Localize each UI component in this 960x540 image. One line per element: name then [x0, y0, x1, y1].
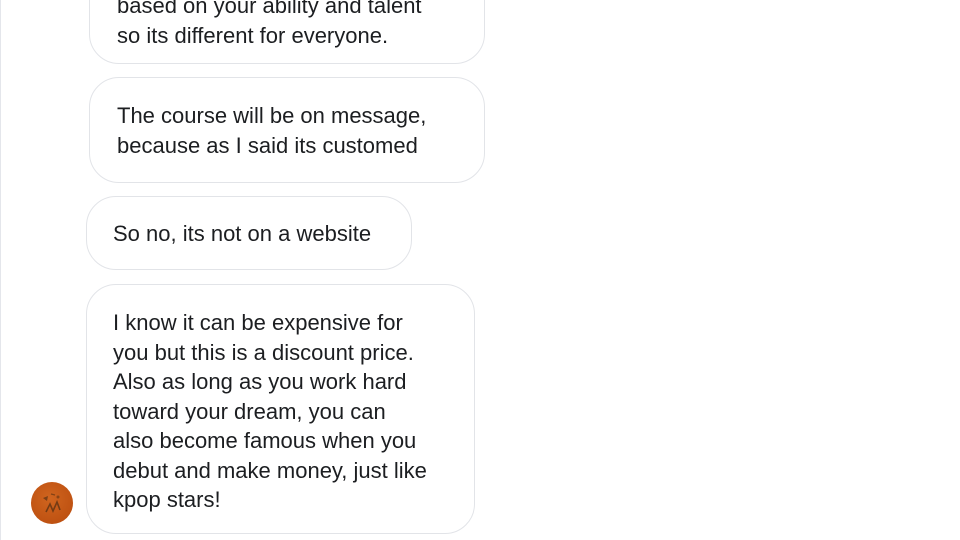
sender-avatar[interactable]: [31, 482, 73, 524]
chat-panel-divider: [0, 0, 1, 540]
message-text-line: so its different for everyone.: [117, 22, 389, 48]
message-text-line: The course will be on message,: [117, 103, 427, 128]
message-bubble[interactable]: The course will be on message, because a…: [89, 77, 485, 183]
message-text-line: because as I said its customed: [117, 132, 418, 158]
message-text-line: I know it can be expensive for: [113, 310, 403, 335]
profile-photo-icon: [43, 493, 61, 513]
message-bubble[interactable]: So no, its not on a website: [86, 196, 412, 270]
message-text-line: Also as long as you work hard: [113, 369, 407, 394]
message-bubble[interactable]: based on your ability and talent so its …: [89, 0, 485, 64]
message-text-line: you but this is a discount price.: [113, 339, 414, 365]
message-text-line: debut and make money, just like: [113, 457, 427, 483]
message-text-line: also become famous when you: [113, 428, 417, 453]
message-text-line: toward your dream, you can: [113, 398, 386, 424]
message-bubble[interactable]: I know it can be expensive for you but t…: [86, 284, 475, 534]
message-text-line: kpop stars!: [113, 487, 221, 512]
message-text-line: based on your ability and talent: [117, 0, 422, 18]
message-text-line: So no, its not on a website: [113, 221, 372, 246]
